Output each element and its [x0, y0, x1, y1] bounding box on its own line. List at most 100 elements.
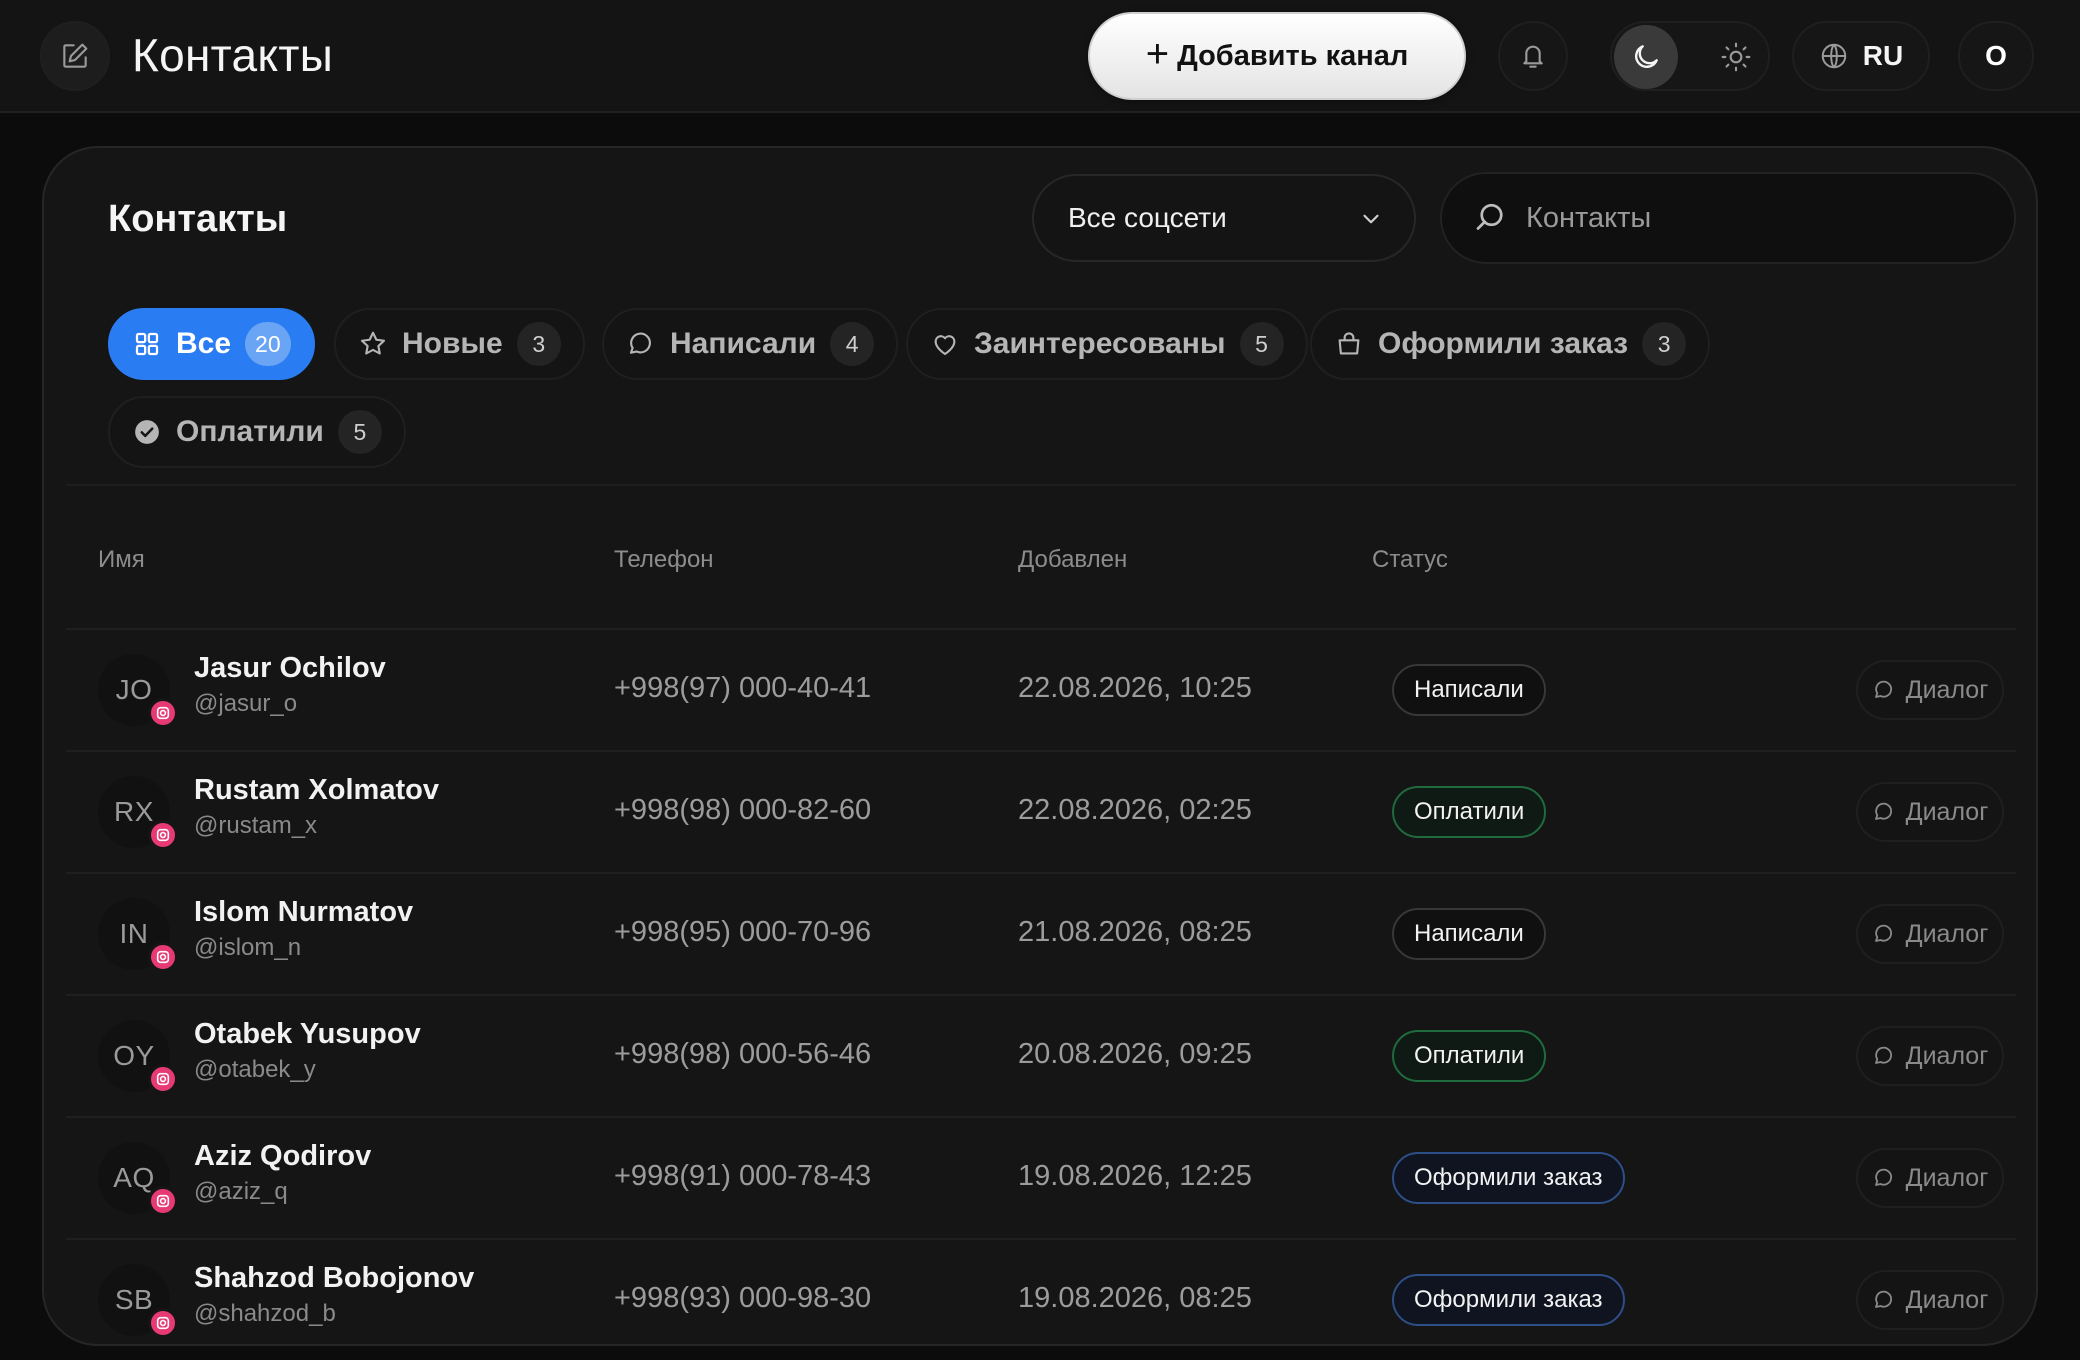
instagram-icon	[148, 820, 178, 850]
contact-added-date: 19.08.2026, 12:25	[1018, 1160, 1252, 1192]
table-row[interactable]: RX Rustam Xolmatov @rustam_x +998(98) 00…	[66, 750, 2016, 872]
status-badge: Написали	[1392, 664, 1546, 716]
notifications-button[interactable]	[1498, 21, 1568, 91]
filter-chip-count: 3	[1642, 322, 1687, 366]
contact-added-date: 22.08.2026, 10:25	[1018, 672, 1252, 704]
filter-chip-count: 20	[245, 322, 291, 366]
filter-chip-paid[interactable]: Оплатили 5	[108, 396, 406, 468]
edit-icon	[63, 43, 88, 68]
contact-handle: @aziz_q	[194, 1178, 288, 1205]
contact-name: Aziz Qodirov	[194, 1140, 372, 1172]
dialog-button[interactable]: Диалог	[1856, 1148, 2004, 1208]
dialog-button-label: Диалог	[1905, 797, 1989, 826]
chat-bubble-icon	[629, 332, 651, 354]
language-label: RU	[1862, 40, 1904, 71]
dialog-button-label: Диалог	[1905, 1163, 1989, 1192]
contact-name: Rustam Xolmatov	[194, 774, 439, 806]
contact-added-date: 21.08.2026, 08:25	[1018, 916, 1252, 948]
filter-chip-label: Новые	[402, 327, 503, 360]
filter-chip-ordered[interactable]: Оформили заказ 3	[1310, 308, 1711, 380]
filter-chip-label: Оформили заказ	[1378, 327, 1629, 360]
column-header-name: Имя	[98, 546, 145, 573]
top-bar: Контакты + Добавить канал RU O	[0, 0, 2080, 113]
heart-icon	[934, 335, 956, 356]
contact-phone: +998(93) 000-98-30	[614, 1282, 872, 1314]
table-row[interactable]: OY Otabek Yusupov @otabek_y +998(98) 000…	[66, 994, 2016, 1116]
contact-phone: +998(98) 000-56-46	[614, 1038, 872, 1070]
table-row[interactable]: AQ Aziz Qodirov @aziz_q +998(91) 000-78-…	[66, 1116, 2016, 1238]
add-channel-button[interactable]: + Добавить канал	[1088, 12, 1466, 100]
status-badge: Написали	[1392, 908, 1546, 960]
compose-button[interactable]	[40, 21, 110, 91]
dialog-button-label: Диалог	[1905, 1041, 1989, 1070]
sun-icon	[1721, 42, 1751, 72]
status-badge: Оплатили	[1392, 1030, 1547, 1082]
column-header-added: Добавлен	[1018, 546, 1128, 573]
network-select[interactable]: Все соцсети	[1032, 174, 1416, 262]
chat-bubble-icon	[1874, 1168, 1892, 1186]
search-input[interactable]	[1526, 201, 1986, 235]
contact-handle: @rustam_x	[194, 812, 318, 839]
chevron-down-icon	[1363, 214, 1379, 224]
instagram-icon	[148, 698, 178, 728]
app-title: Контакты	[132, 29, 334, 81]
contact-name: Shahzod Bobojonov	[194, 1262, 475, 1294]
dialog-button[interactable]: Диалог	[1856, 904, 2004, 964]
instagram-icon	[148, 942, 178, 972]
table-row[interactable]: JO Jasur Ochilov @jasur_o +998(97) 000-4…	[66, 628, 2016, 750]
star-icon	[360, 331, 386, 355]
contact-handle: @shahzod_b	[194, 1300, 336, 1327]
dialog-button[interactable]: Диалог	[1856, 660, 2004, 720]
globe-icon	[1821, 43, 1847, 69]
theme-toggle[interactable]	[1610, 21, 1770, 91]
contact-phone: +998(97) 000-40-41	[614, 672, 872, 704]
filter-chip-new[interactable]: Новые 3	[334, 308, 585, 380]
contact-handle: @islom_n	[194, 934, 302, 961]
light-mode-button[interactable]	[1704, 25, 1768, 89]
dialog-button[interactable]: Диалог	[1856, 1026, 2004, 1086]
chat-bubble-icon	[1874, 680, 1892, 698]
search-box	[1440, 172, 2016, 264]
grid-icon	[135, 332, 159, 356]
check-circle-icon	[135, 420, 159, 444]
instagram-icon	[148, 1308, 178, 1338]
plus-icon: +	[1145, 32, 1170, 76]
chat-bubble-icon	[1874, 1046, 1892, 1064]
search-icon	[1476, 203, 1503, 230]
table-row[interactable]: IN Islom Nurmatov @islom_n +998(95) 000-…	[66, 872, 2016, 994]
moon-icon	[1635, 45, 1658, 68]
dialog-button[interactable]: Диалог	[1856, 1270, 2004, 1330]
column-header-phone: Телефон	[614, 546, 714, 573]
contact-added-date: 19.08.2026, 08:25	[1018, 1282, 1252, 1314]
contact-added-date: 22.08.2026, 02:25	[1018, 794, 1252, 826]
status-badge: Оформили заказ	[1392, 1274, 1625, 1326]
chat-bubble-icon	[1874, 802, 1892, 820]
filter-chip-label: Заинтересованы	[974, 327, 1226, 360]
table-row[interactable]: SB Shahzod Bobojonov @shahzod_b +998(93)…	[66, 1238, 2016, 1360]
filter-chip-all[interactable]: Все 20	[108, 308, 315, 380]
user-avatar-button[interactable]: O	[1958, 21, 2034, 91]
filter-chip-count: 5	[337, 410, 382, 454]
status-badge: Оформили заказ	[1392, 1152, 1625, 1204]
dialog-button-label: Диалог	[1905, 675, 1989, 704]
dialog-button[interactable]: Диалог	[1856, 782, 2004, 842]
contact-phone: +998(91) 000-78-43	[614, 1160, 872, 1192]
contact-phone: +998(98) 000-82-60	[614, 794, 872, 826]
dark-mode-button[interactable]	[1614, 25, 1678, 89]
contact-name: Otabek Yusupov	[194, 1018, 421, 1050]
filter-chip-interested[interactable]: Заинтересованы 5	[906, 308, 1308, 380]
contact-handle: @jasur_o	[194, 690, 298, 717]
shopping-bag-icon	[1338, 332, 1360, 355]
contact-added-date: 20.08.2026, 09:25	[1018, 1038, 1252, 1070]
contact-name: Islom Nurmatov	[194, 896, 414, 928]
contact-phone: +998(95) 000-70-96	[614, 916, 872, 948]
contact-name: Jasur Ochilov	[194, 652, 386, 684]
bell-icon	[1523, 45, 1543, 68]
language-button[interactable]: RU	[1792, 21, 1930, 91]
filter-chip-wrote[interactable]: Написали 4	[602, 308, 899, 380]
filter-chip-count: 3	[516, 322, 561, 366]
network-select-value: Все соцсети	[1068, 202, 1227, 233]
instagram-icon	[148, 1064, 178, 1094]
contacts-panel: Контакты Все соцсети Все 20 Новые 3 Н	[42, 146, 2038, 1346]
dialog-button-label: Диалог	[1905, 1285, 1989, 1314]
